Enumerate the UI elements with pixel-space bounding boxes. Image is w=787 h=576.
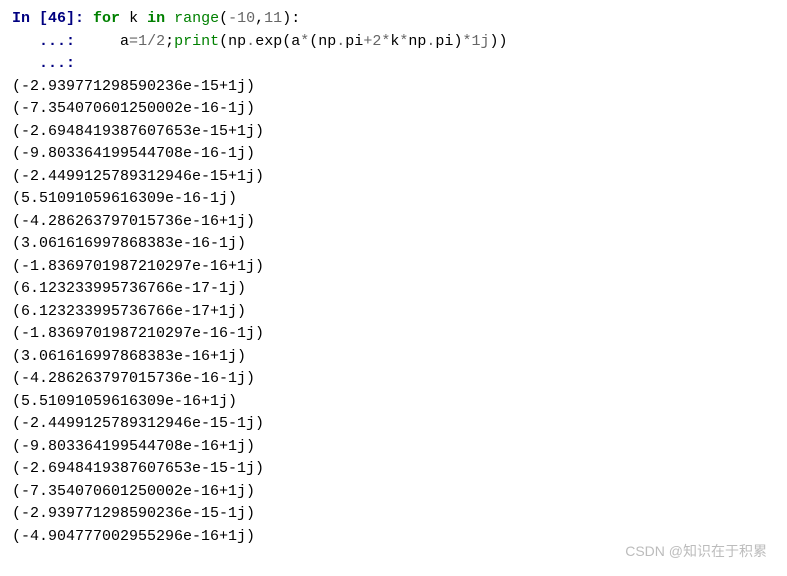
paren-close: ): [282, 10, 291, 27]
output-line: (-4.286263797015736e-16-1j): [12, 368, 775, 391]
input-line-3: ...:: [12, 53, 775, 76]
output-line: (5.51091059616309e-16-1j): [12, 188, 775, 211]
output-line: (-7.354070601250002e-16+1j): [12, 481, 775, 504]
output-line: (-7.354070601250002e-16-1j): [12, 98, 775, 121]
op-plus: +: [363, 33, 372, 50]
output-line: (-4.286263797015736e-16+1j): [12, 211, 775, 234]
dot-1: .: [246, 33, 255, 50]
np-3: np: [408, 33, 426, 50]
var-k: k: [120, 10, 147, 27]
builtin-print: print: [174, 33, 219, 50]
var-a-2: a: [291, 33, 300, 50]
op-eq: =: [129, 33, 138, 50]
paren-open-1: (: [219, 33, 228, 50]
num-2: 2: [156, 33, 165, 50]
prompt-continuation-2: ...:: [12, 55, 84, 72]
output-line: (-2.4499125789312946e-15+1j): [12, 166, 775, 189]
output-line: (3.061616997868383e-16-1j): [12, 233, 775, 256]
input-line-1: In [46]: for k in range(-10,11):: [12, 8, 775, 31]
output-line: (5.51091059616309e-16+1j): [12, 391, 775, 414]
output-line: (-2.6948419387607653e-15-1j): [12, 458, 775, 481]
keyword-for: for: [93, 10, 120, 27]
var-a: a: [120, 33, 129, 50]
prompt-in-label: In [: [12, 10, 48, 27]
space: [165, 10, 174, 27]
output-line: (-2.939771298590236e-15+1j): [12, 76, 775, 99]
output-line: (-1.8369701987210297e-16+1j): [12, 256, 775, 279]
op-slash: /: [147, 33, 156, 50]
watermark: CSDN @知识在于积累: [625, 541, 767, 562]
keyword-in: in: [147, 10, 165, 27]
semicolon: ;: [165, 33, 174, 50]
output-line: (-9.803364199544708e-16-1j): [12, 143, 775, 166]
output-container: (-2.939771298590236e-15+1j)(-7.354070601…: [12, 76, 775, 549]
num-2b: 2: [372, 33, 381, 50]
paren-open-3: (: [309, 33, 318, 50]
op-star-1: *: [300, 33, 309, 50]
input-line-2: ...: a=1/2;print(np.exp(a*(np.pi+2*k*np.…: [12, 31, 775, 54]
num-11: 11: [264, 10, 282, 27]
np-1: np: [228, 33, 246, 50]
paren-close-2: ): [489, 33, 498, 50]
indent: [84, 33, 120, 50]
np-2: np: [318, 33, 336, 50]
output-line: (-2.4499125789312946e-15-1j): [12, 413, 775, 436]
output-line: (-9.803364199544708e-16+1j): [12, 436, 775, 459]
paren-open: (: [219, 10, 228, 27]
pi-1: pi: [345, 33, 363, 50]
output-line: (6.123233995736766e-17+1j): [12, 301, 775, 324]
comma: ,: [255, 10, 264, 27]
paren-open-2: (: [282, 33, 291, 50]
op-star-2: *: [381, 33, 390, 50]
colon: :: [291, 10, 300, 27]
pi-2: pi: [435, 33, 453, 50]
prompt-number: 46: [48, 10, 66, 27]
output-line: (-2.939771298590236e-15-1j): [12, 503, 775, 526]
output-line: (-1.8369701987210297e-16-1j): [12, 323, 775, 346]
num-1: 1: [138, 33, 147, 50]
builtin-range: range: [174, 10, 219, 27]
exp: exp: [255, 33, 282, 50]
num-neg10: -10: [228, 10, 255, 27]
prompt-continuation: ...:: [12, 33, 84, 50]
output-line: (6.123233995736766e-17-1j): [12, 278, 775, 301]
num-1j: 1j: [471, 33, 489, 50]
output-line: (-2.6948419387607653e-15+1j): [12, 121, 775, 144]
dot-2: .: [336, 33, 345, 50]
output-line: (3.061616997868383e-16+1j): [12, 346, 775, 369]
prompt-close: ]:: [66, 10, 93, 27]
paren-close-1: ): [499, 33, 508, 50]
